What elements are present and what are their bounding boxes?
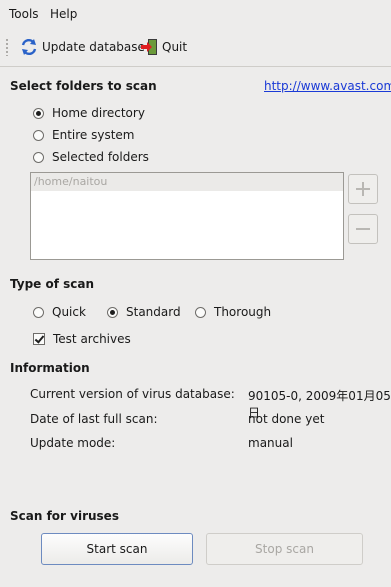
start-scan-button[interactable]: Start scan xyxy=(41,533,193,565)
last-scan-label: Date of last full scan: xyxy=(30,412,158,426)
main-panel: Select folders to scan http://www.avast.… xyxy=(0,67,391,587)
radio-standard[interactable]: Standard xyxy=(107,305,181,319)
menu-bar: Tools Help xyxy=(0,0,391,28)
information-heading: Information xyxy=(10,361,90,375)
radio-selected-folders[interactable]: Selected folders xyxy=(33,150,149,164)
radio-label: Home directory xyxy=(52,106,145,120)
toolbar: Update database Quit xyxy=(0,28,391,67)
db-version-label: Current version of virus database: xyxy=(30,387,235,401)
test-archives-checkbox[interactable]: Test archives xyxy=(33,332,131,346)
radio-entire-system[interactable]: Entire system xyxy=(33,128,134,142)
radio-indicator[interactable] xyxy=(33,107,44,119)
radio-indicator[interactable] xyxy=(107,306,118,318)
plus-icon-stroke xyxy=(362,182,364,196)
radio-label: Selected folders xyxy=(52,150,149,164)
radio-indicator[interactable] xyxy=(195,306,206,318)
checkbox-label: Test archives xyxy=(53,332,131,346)
quit-button[interactable]: Quit xyxy=(139,35,187,59)
update-database-label: Update database xyxy=(42,40,145,54)
radio-label: Standard xyxy=(126,305,181,319)
folders-heading: Select folders to scan xyxy=(10,79,157,93)
radio-thorough[interactable]: Thorough xyxy=(195,305,271,319)
minus-icon xyxy=(356,228,370,230)
scan-heading: Scan for viruses xyxy=(10,509,119,523)
radio-label: Quick xyxy=(52,305,86,319)
toolbar-grip[interactable] xyxy=(5,38,9,56)
scan-type-heading: Type of scan xyxy=(10,277,95,291)
refresh-icon xyxy=(21,38,37,56)
update-mode-value: manual xyxy=(248,436,293,450)
list-item[interactable]: /home/naitou xyxy=(31,173,343,191)
radio-home-directory[interactable]: Home directory xyxy=(33,106,145,120)
radio-indicator[interactable] xyxy=(33,151,44,163)
avast-link[interactable]: http://www.avast.com xyxy=(264,79,391,93)
radio-label: Thorough xyxy=(214,305,272,319)
menu-help[interactable]: Help xyxy=(50,7,77,21)
checkbox-indicator[interactable] xyxy=(33,333,45,345)
radio-label: Entire system xyxy=(52,128,135,142)
add-folder-button[interactable] xyxy=(348,174,378,204)
update-mode-label: Update mode: xyxy=(30,436,116,450)
quit-label: Quit xyxy=(162,40,188,54)
last-scan-value: not done yet xyxy=(248,412,325,426)
radio-indicator[interactable] xyxy=(33,306,44,318)
stop-scan-button[interactable]: Stop scan xyxy=(206,533,363,565)
folder-list[interactable]: /home/naitou xyxy=(30,172,344,260)
remove-folder-button[interactable] xyxy=(348,214,378,244)
update-database-button[interactable]: Update database xyxy=(19,35,145,59)
radio-indicator[interactable] xyxy=(33,129,44,141)
quit-icon xyxy=(141,39,157,55)
menu-tools[interactable]: Tools xyxy=(9,7,39,21)
radio-quick[interactable]: Quick xyxy=(33,305,86,319)
